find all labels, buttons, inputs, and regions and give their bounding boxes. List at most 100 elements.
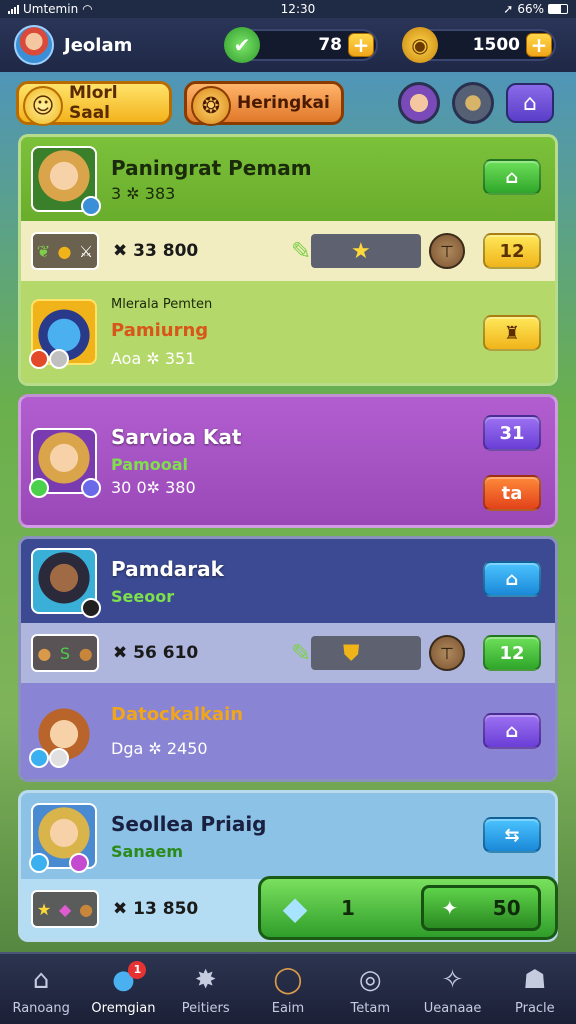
hero-row-4: Seollea Priaig Sanaem ⇆: [21, 793, 555, 879]
water-badge-icon: [29, 748, 49, 768]
home-icon: ⌂: [32, 964, 50, 995]
fire-badge-icon: [29, 349, 49, 369]
wifi-icon: ◠: [82, 2, 93, 16]
friend-avatar-button[interactable]: [398, 82, 440, 124]
nav-label: Pracle: [514, 1000, 555, 1016]
nav-item-profile[interactable]: ☗ Pracle: [496, 963, 574, 1016]
ring-icon: ◯: [273, 964, 303, 995]
coin-slot-icon[interactable]: ⊤: [429, 635, 465, 671]
hero-info-1: Paningrat Pemam 3 ✲ 383: [111, 156, 312, 203]
top-bar: Jeolam ✔ 78 + ◉ 1500 +: [0, 18, 576, 72]
hero-subrow-3: Datockalkain Dga ✲ 2450 ⌂: [21, 683, 555, 779]
nav-label: Ueanaae: [423, 1000, 482, 1016]
buy-button[interactable]: ✦ 50: [421, 885, 541, 931]
hero-level-button-2[interactable]: 31: [483, 415, 541, 451]
profile-icon: ☗: [523, 964, 547, 995]
home-star-button[interactable]: ⌂: [506, 83, 554, 123]
battery-group: ➚ 66%: [503, 2, 568, 16]
water-badge-icon: [29, 853, 49, 873]
add-coins-button[interactable]: +: [526, 33, 552, 57]
hero-home-button-1[interactable]: ⌂: [483, 159, 541, 195]
hero-subtitle-1: Mlerala Pemten: [111, 296, 213, 312]
hero-row-3: Pamdarak Seeoor ⌂: [21, 539, 555, 623]
player-avatar[interactable]: [14, 25, 54, 65]
hiring-pill-button[interactable]: ❂ Heringkai: [184, 81, 344, 126]
battery-label: 66%: [517, 2, 544, 16]
compass-badge-icon: [81, 598, 101, 618]
coin-counter: ◉ 1500 +: [402, 27, 556, 63]
gem-counter: ✔ 78 +: [224, 27, 378, 63]
bread-icon: ●: [37, 643, 52, 663]
hero-substat-1: Aoa ✲ 351: [111, 348, 196, 368]
wand-icon: ✧: [441, 964, 464, 995]
hero-subrow-1: Mlerala Pemten Pamiurng Aoa ✲ 351 ♜: [21, 281, 555, 383]
snake-icon: S: [59, 643, 71, 663]
star-icon: ★: [351, 238, 371, 264]
add-gems-button[interactable]: +: [348, 33, 374, 57]
buy-price: 50: [492, 896, 521, 920]
clock: 12:30: [280, 2, 316, 16]
hero-portrait-4[interactable]: [29, 803, 97, 873]
hero-home-button-3b[interactable]: ⌂: [483, 713, 541, 749]
hero-swap-button-4[interactable]: ⇆: [483, 817, 541, 853]
carrier-label: Umtemin: [23, 2, 79, 16]
purchase-amount: 1: [341, 896, 355, 920]
leaf-badge-icon: [29, 478, 49, 498]
hero-lock-button-1[interactable]: ♜: [483, 315, 541, 351]
coin-slot-icon[interactable]: ⊤: [429, 233, 465, 269]
hero-card-1[interactable]: Paningrat Pemam 3 ✲ 383 ⌂ ❦ ● ⚔ ✖ 33 800 ✎…: [18, 134, 558, 386]
coin-count: 1500: [472, 35, 520, 55]
gem-badge-icon: [81, 478, 101, 498]
hero-stat-1: 3 ✲ 383: [111, 183, 176, 203]
nav-item-farm[interactable]: ◯ Eaim: [249, 963, 327, 1016]
hero-portrait-1[interactable]: [31, 146, 101, 216]
nav-item-ranking[interactable]: ⌂ Ranoang: [2, 963, 80, 1016]
item-count-1: ✖ 33 800: [113, 241, 199, 261]
hero-title-4: Seollea Priaig: [111, 811, 267, 836]
hat-icon[interactable]: [452, 82, 494, 124]
nav-item-team[interactable]: ◎ Tetam: [331, 963, 409, 1016]
hero-title-3: Pamdarak: [111, 556, 224, 581]
hero-subname-3: Datockalkain: [111, 704, 244, 725]
item-slots-1[interactable]: ❦ ● ⚔: [31, 232, 99, 270]
nav-item-wand[interactable]: ✧ Ueanaae: [414, 963, 492, 1016]
upgrade-button-3[interactable]: 12: [483, 635, 541, 671]
checkmark-gem-icon: ✔: [224, 27, 260, 63]
brush-icon: ✎: [290, 237, 312, 265]
event-pill-button[interactable]: ☺ Mlorl Saal: [16, 81, 172, 126]
house-icon: ⌂: [523, 90, 537, 116]
hero-portrait-3b[interactable]: [29, 698, 97, 768]
hero-home-button-3[interactable]: ⌂: [483, 561, 541, 597]
hero-subtitle-4: Sanaem: [111, 841, 184, 861]
diamond-icon: ◆: [282, 889, 308, 927]
hero-portrait-3[interactable]: [31, 548, 101, 618]
hero-portrait-1b[interactable]: [29, 299, 97, 369]
purchase-popup: ◆ 1 ✦ 50: [258, 876, 558, 940]
nav-item-partners[interactable]: ✸ Peitiers: [167, 963, 245, 1016]
gold-icon: ●: [57, 241, 72, 261]
hero-card-3[interactable]: Pamdarak Seeoor ⌂ ● S ● ✖ 56 610 ✎ ⛊ ⊤ 12 …: [18, 536, 558, 782]
nav-item-organize[interactable]: ● 1 Oremgian: [84, 960, 162, 1016]
upgrade-gauge-3: ✎ ⛊ ⊤: [283, 635, 465, 671]
gold-pot-icon: ❂: [191, 86, 231, 126]
hero-portrait-2[interactable]: [29, 428, 101, 498]
star-icon: ★: [36, 899, 52, 919]
hero-subinfo-1: Mlerala Pemten Pamiurng Aoa ✲ 351: [111, 297, 212, 368]
magic-badge-icon: [69, 853, 89, 873]
hero-card-2[interactable]: Sarvioa Kat Pamooal 30 0✲ 380 31 ta: [18, 394, 558, 528]
hero-row-2: Sarvioa Kat Pamooal 30 0✲ 380 31 ta: [21, 397, 555, 525]
item-slots-3[interactable]: ● S ●: [31, 634, 99, 672]
upgrade-button-1[interactable]: 12: [483, 233, 541, 269]
hero-title-1: Paningrat Pemam: [111, 155, 312, 180]
sword-icon: ⚔: [78, 241, 94, 261]
silver-badge-icon: [49, 748, 69, 768]
sparkle-icon: ✦: [441, 896, 459, 920]
nav-label: Ranoang: [12, 1000, 70, 1016]
hero-substat-3: Dga ✲ 2450: [111, 739, 208, 758]
item-count-3: ✖ 56 610: [113, 643, 199, 663]
hero-subname-1: Pamiurng: [111, 319, 209, 341]
hero-action-button-2[interactable]: ta: [483, 475, 541, 511]
hiring-pill-label: Heringkai: [237, 93, 330, 113]
item-slots-4[interactable]: ★ ◆ ●: [31, 890, 99, 928]
player-name: Jeolam: [64, 34, 133, 56]
